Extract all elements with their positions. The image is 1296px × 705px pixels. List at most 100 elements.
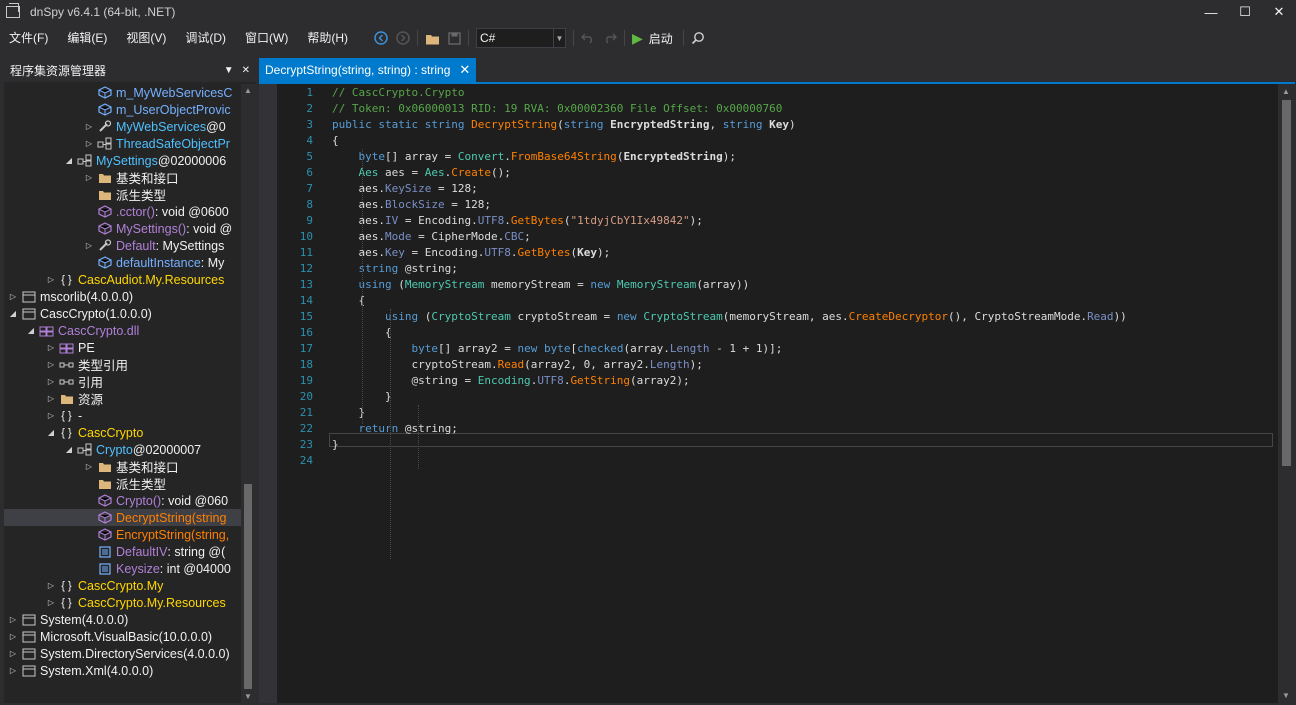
tree-item[interactable]: 派生类型 [4,186,166,203]
tree-item[interactable]: ◢ Crypto @02000007 [4,441,201,458]
collapsed-arrow-icon[interactable]: ▷ [46,581,56,590]
start-button[interactable]: ▶ 启动 [632,30,673,47]
collapsed-arrow-icon[interactable]: ▷ [46,343,56,352]
tree-item[interactable]: ▷ 基类和接口 [4,169,179,186]
tree-item[interactable]: ▷ Microsoft.VisualBasic (10.0.0.0) [4,628,212,645]
menu-debug[interactable]: 调试(D) [176,29,236,46]
language-select[interactable]: C# ▼ [476,28,566,48]
code-line[interactable]: public static string DecryptString(strin… [332,117,796,133]
code-editor[interactable]: 1 2 3 4 5 6 7 8 9 10 11 12 13 14 15 16 17 18 19 20 21 22 23 24 … [259,84,1295,703]
tree-item[interactable]: ▷ 类型引用 [4,356,128,373]
expanded-arrow-icon[interactable]: ◢ [26,326,36,335]
code-line[interactable]: aes.BlockSize = 128; [332,197,490,213]
tree-item[interactable]: ▷ MyWebServices @0 [4,118,226,135]
code-line[interactable]: // Token: 0x06000013 RID: 19 RVA: 0x0000… [332,101,782,117]
code-line[interactable]: using (CryptoStream cryptoStream = new C… [332,309,1127,325]
tree-item[interactable]: m_UserObjectProvic [4,101,231,118]
expanded-arrow-icon[interactable]: ◢ [64,445,74,454]
collapsed-arrow-icon[interactable]: ▷ [46,377,56,386]
tree-item[interactable]: 派生类型 [4,475,166,492]
tree-item[interactable]: ◢ { } CascCrypto [4,424,143,441]
collapsed-arrow-icon[interactable]: ▷ [84,241,94,250]
menu-view[interactable]: 视图(V) [117,29,176,46]
code-line[interactable]: { [332,293,365,309]
tree-item[interactable]: DecryptString (string [4,509,241,526]
collapsed-arrow-icon[interactable]: ▷ [8,615,18,624]
collapsed-arrow-icon[interactable]: ▷ [46,598,56,607]
search-icon[interactable] [687,27,709,49]
tree-item[interactable]: ▷ { } CascAudiot.My.Resources [4,271,224,288]
tree-item[interactable]: DefaultIV : string @( [4,543,225,560]
collapsed-arrow-icon[interactable]: ▷ [84,139,94,148]
tree-item[interactable]: ▷ { } CascCrypto.My.Resources [4,594,226,611]
assembly-tree[interactable]: m_MyWebServicesC m_UserObjectProvic ▷ MyWeb… [4,84,241,703]
collapsed-arrow-icon[interactable]: ▷ [84,173,94,182]
scroll-down-icon[interactable]: ▼ [244,692,252,701]
tree-item[interactable]: ▷ System.DirectoryServices (4.0.0.0) [4,645,230,662]
code-line[interactable]: // CascCrypto.Crypto [332,85,464,101]
tree-item[interactable]: ◢ MySettings @02000006 [4,152,226,169]
collapsed-arrow-icon[interactable]: ▷ [8,666,18,675]
menu-edit[interactable]: 编辑(E) [58,29,117,46]
code-line[interactable]: { [332,133,339,149]
tree-item[interactable]: m_MyWebServicesC [4,84,232,101]
tree-item[interactable]: ▷ 资源 [4,390,103,407]
code-line[interactable]: Aes aes = Aes.Create(); [332,165,511,181]
scroll-thumb[interactable] [1282,100,1291,466]
collapsed-arrow-icon[interactable]: ▷ [46,360,56,369]
menu-file[interactable]: 文件(F) [0,29,58,46]
minimize-button[interactable]: — [1194,0,1228,24]
menu-window[interactable]: 窗口(W) [236,29,298,46]
scroll-up-icon[interactable]: ▲ [244,86,252,95]
tree-item[interactable]: .cctor() : void @0600 [4,203,229,220]
scroll-down-icon[interactable]: ▼ [1282,691,1290,700]
code-line[interactable]: byte[] array = Convert.FromBase64String(… [332,149,737,165]
code-line[interactable]: aes.Key = Encoding.UTF8.GetBytes(Key); [332,245,610,261]
menu-help[interactable]: 帮助(H) [298,29,358,46]
collapsed-arrow-icon[interactable]: ▷ [46,411,56,420]
code-line[interactable]: aes.KeySize = 128; [332,181,477,197]
code-line[interactable]: using (MemoryStream memoryStream = new M… [332,277,750,293]
maximize-button[interactable]: ☐ [1228,0,1262,24]
expanded-arrow-icon[interactable]: ◢ [46,428,56,437]
scroll-thumb[interactable] [244,484,252,689]
tree-item[interactable]: ▷ 引用 [4,373,103,390]
tree-item[interactable]: defaultInstance : My [4,254,224,271]
tree-item[interactable]: ▷ { } - [4,407,82,424]
editor-scrollbar[interactable]: ▲ ▼ [1278,84,1295,703]
save-icon[interactable] [443,27,465,49]
tab-decryptstring[interactable]: DecryptString(string, string) : string ✕ [259,58,477,82]
code-area[interactable]: // CascCrypto.Crypto // Token: 0x06000013… [332,84,1276,703]
code-line[interactable]: aes.IV = Encoding.UTF8.GetBytes("1tdyjCb… [332,213,702,229]
tree-item[interactable]: ▷ { } CascCrypto.My [4,577,164,594]
collapsed-arrow-icon[interactable]: ▷ [46,394,56,403]
tree-item[interactable]: ▷ PE [4,339,95,356]
code-line[interactable]: @string = Encoding.UTF8.GetString(array2… [332,373,689,389]
tree-item[interactable]: ▷ System.Xml (4.0.0.0) [4,662,153,679]
tree-item[interactable]: ◢ CascCrypto.dll [4,322,139,339]
dropdown-icon[interactable]: ▼ [224,65,234,76]
collapsed-arrow-icon[interactable]: ▷ [46,275,56,284]
tree-scrollbar[interactable]: ▲ ▼ [241,84,256,703]
close-button[interactable]: ✕ [1262,0,1296,24]
code-line[interactable]: string @string; [332,261,458,277]
collapsed-arrow-icon[interactable]: ▷ [8,632,18,641]
tree-item[interactable]: ▷ 基类和接口 [4,458,179,475]
open-folder-icon[interactable] [421,27,443,49]
expanded-arrow-icon[interactable]: ◢ [64,156,74,165]
collapsed-arrow-icon[interactable]: ▷ [84,462,94,471]
redo-icon[interactable] [599,27,621,49]
tree-item[interactable]: ▷ mscorlib (4.0.0.0) [4,288,133,305]
code-line[interactable]: byte[] array2 = new byte[checked(array.L… [332,341,782,357]
tree-item[interactable]: ◢ CascCrypto (1.0.0.0) [4,305,152,322]
collapsed-arrow-icon[interactable]: ▷ [84,122,94,131]
tree-item[interactable]: ▷ Default : MySettings [4,237,224,254]
tree-item[interactable]: MySettings() : void @ [4,220,232,237]
tree-item[interactable]: ▷ System (4.0.0.0) [4,611,128,628]
code-line[interactable]: cryptoStream.Read(array2, 0, array2.Leng… [332,357,702,373]
collapsed-arrow-icon[interactable]: ▷ [8,649,18,658]
forward-icon[interactable] [392,27,414,49]
back-icon[interactable] [370,27,392,49]
close-tab-icon[interactable]: ✕ [459,62,470,78]
code-line[interactable]: return @string; [332,421,458,437]
